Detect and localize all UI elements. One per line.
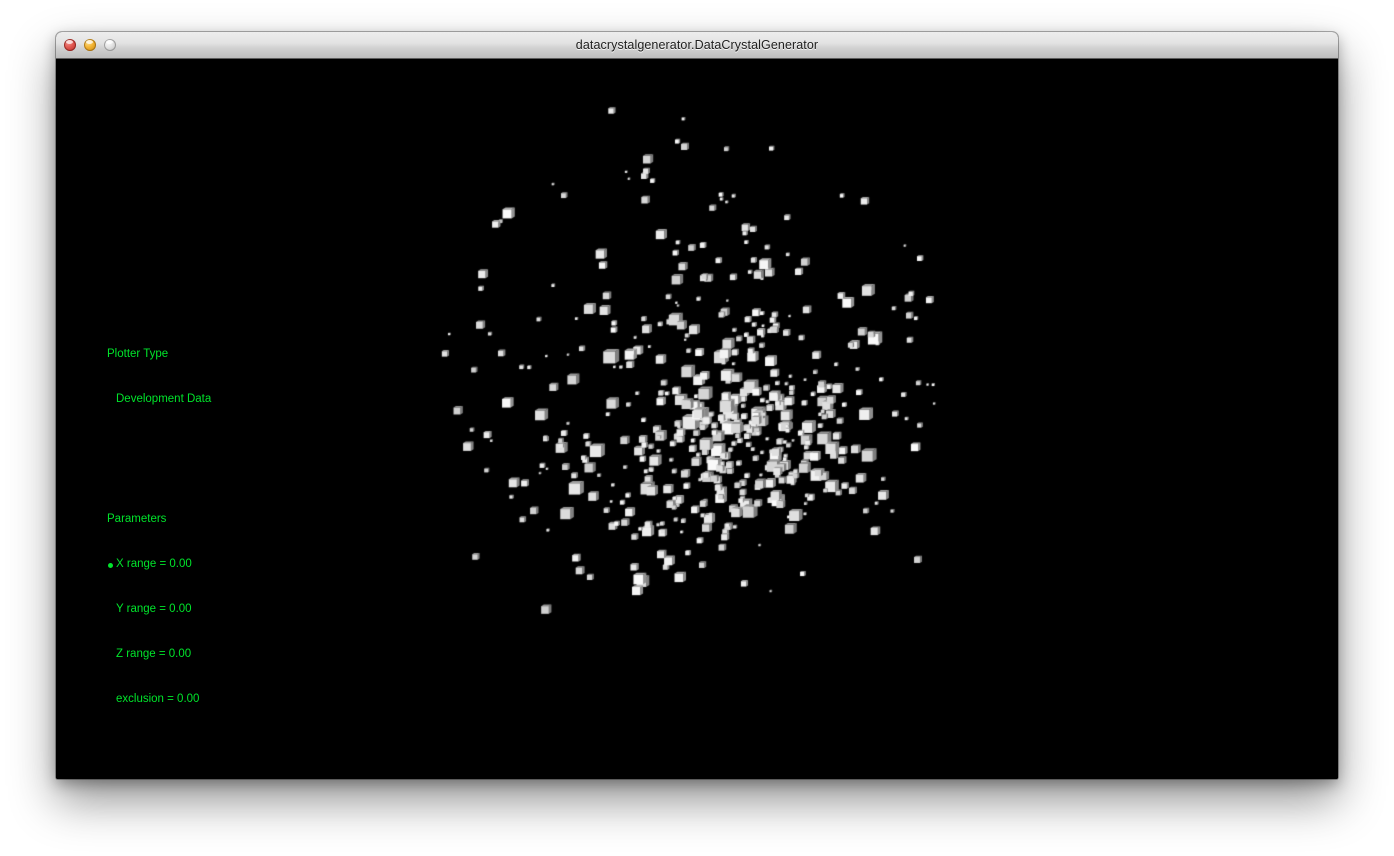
minimize-button-icon[interactable] [84, 39, 96, 51]
zoom-button-icon[interactable] [104, 39, 116, 51]
window-controls [64, 32, 116, 58]
screen: datacrystalgenerator.DataCrystalGenerato… [0, 0, 1394, 856]
window-title: datacrystalgenerator.DataCrystalGenerato… [575, 38, 819, 52]
render-canvas[interactable]: Plotter Type Development Data Parameters… [56, 59, 1338, 779]
close-button-icon[interactable] [64, 39, 76, 51]
cube-field-canvas[interactable] [56, 59, 1338, 779]
application-window: datacrystalgenerator.DataCrystalGenerato… [56, 32, 1338, 779]
window-titlebar[interactable]: datacrystalgenerator.DataCrystalGenerato… [56, 32, 1338, 59]
